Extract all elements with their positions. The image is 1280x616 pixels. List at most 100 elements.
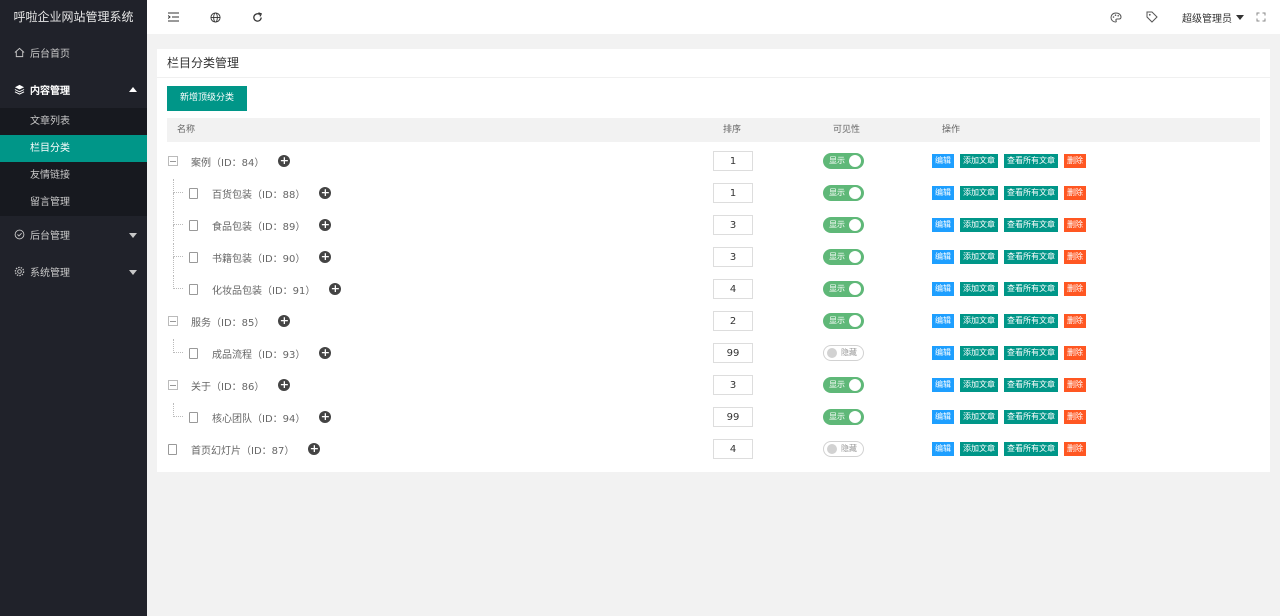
view-all-articles-button[interactable]: 查看所有文章 — [1004, 346, 1058, 360]
add-article-button[interactable]: 添加文章 — [960, 154, 998, 168]
visibility-toggle[interactable]: 隐藏 — [823, 345, 864, 361]
sidebar-item-article-list[interactable]: 文章列表 — [0, 108, 147, 135]
delete-button[interactable]: 删除 — [1064, 186, 1086, 200]
visibility-toggle[interactable]: 隐藏 — [823, 441, 864, 457]
delete-button[interactable]: 删除 — [1064, 346, 1086, 360]
add-article-button[interactable]: 添加文章 — [960, 314, 998, 328]
row-actions: 编辑 添加文章 查看所有文章 删除 — [932, 314, 1092, 328]
edit-button[interactable]: 编辑 — [932, 442, 954, 456]
visibility-toggle[interactable]: 显示 — [823, 153, 864, 169]
sidebar-item-category[interactable]: 栏目分类 — [0, 135, 147, 162]
sort-order-input[interactable] — [713, 375, 753, 395]
view-all-articles-button[interactable]: 查看所有文章 — [1004, 410, 1058, 424]
add-subcategory-icon[interactable]: + — [308, 443, 321, 455]
sidebar-item-messages[interactable]: 留言管理 — [0, 189, 147, 216]
category-name: 食品包装（ID：89） — [212, 221, 306, 233]
visibility-toggle[interactable]: 显示 — [823, 409, 864, 425]
tree-branch-line — [173, 403, 183, 417]
sort-order-input[interactable] — [713, 215, 753, 235]
edit-button[interactable]: 编辑 — [932, 154, 954, 168]
delete-button[interactable]: 删除 — [1064, 442, 1086, 456]
file-icon — [189, 187, 198, 199]
fullscreen-icon[interactable] — [1256, 12, 1266, 22]
edit-button[interactable]: 编辑 — [932, 282, 954, 296]
sort-order-input[interactable] — [713, 343, 753, 363]
view-all-articles-button[interactable]: 查看所有文章 — [1004, 378, 1058, 392]
sort-order-input[interactable] — [713, 279, 753, 299]
add-subcategory-icon[interactable]: + — [329, 283, 342, 295]
sidebar-item-friend-links[interactable]: 友情链接 — [0, 162, 147, 189]
edit-button[interactable]: 编辑 — [932, 186, 954, 200]
shield-icon — [13, 229, 25, 241]
sort-order-input[interactable] — [713, 439, 753, 459]
visibility-toggle[interactable]: 显示 — [823, 185, 864, 201]
add-article-button[interactable]: 添加文章 — [960, 378, 998, 392]
visibility-toggle[interactable]: 显示 — [823, 249, 864, 265]
edit-button[interactable]: 编辑 — [932, 314, 954, 328]
sort-order-input[interactable] — [713, 407, 753, 427]
sidebar-item-home[interactable]: 后台首页 — [0, 34, 147, 70]
column-header-visible: 可见性 — [833, 125, 861, 135]
add-article-button[interactable]: 添加文章 — [960, 410, 998, 424]
tree-branch-line — [173, 225, 174, 241]
delete-button[interactable]: 删除 — [1064, 378, 1086, 392]
view-all-articles-button[interactable]: 查看所有文章 — [1004, 282, 1058, 296]
sidebar-item-system[interactable]: 系统管理 — [0, 253, 147, 290]
add-article-button[interactable]: 添加文章 — [960, 250, 998, 264]
visibility-toggle[interactable]: 显示 — [823, 377, 864, 393]
visibility-toggle[interactable]: 显示 — [823, 313, 864, 329]
add-subcategory-icon[interactable]: + — [278, 379, 291, 391]
add-article-button[interactable]: 添加文章 — [960, 218, 998, 232]
collapse-icon[interactable] — [168, 316, 178, 326]
delete-button[interactable]: 删除 — [1064, 314, 1086, 328]
visibility-toggle[interactable]: 显示 — [823, 217, 864, 233]
view-all-articles-button[interactable]: 查看所有文章 — [1004, 154, 1058, 168]
sort-order-input[interactable] — [713, 151, 753, 171]
palette-icon[interactable] — [1110, 11, 1122, 23]
view-all-articles-button[interactable]: 查看所有文章 — [1004, 442, 1058, 456]
view-all-articles-button[interactable]: 查看所有文章 — [1004, 314, 1058, 328]
add-subcategory-icon[interactable]: + — [278, 155, 291, 167]
user-menu[interactable]: 超级管理员 — [1182, 10, 1232, 25]
add-article-button[interactable]: 添加文章 — [960, 442, 998, 456]
add-subcategory-icon[interactable]: + — [319, 187, 332, 199]
sidebar-item-admin[interactable]: 后台管理 — [0, 216, 147, 253]
collapse-icon[interactable] — [168, 380, 178, 390]
delete-button[interactable]: 删除 — [1064, 410, 1086, 424]
sort-order-input[interactable] — [713, 247, 753, 267]
chevron-down-icon — [129, 232, 137, 238]
add-subcategory-icon[interactable]: + — [319, 411, 332, 423]
edit-button[interactable]: 编辑 — [932, 250, 954, 264]
delete-button[interactable]: 删除 — [1064, 154, 1086, 168]
chevron-down-icon[interactable] — [1236, 14, 1244, 20]
view-all-articles-button[interactable]: 查看所有文章 — [1004, 218, 1058, 232]
collapse-icon[interactable] — [168, 156, 178, 166]
add-subcategory-icon[interactable]: + — [319, 347, 332, 359]
add-article-button[interactable]: 添加文章 — [960, 186, 998, 200]
sort-order-input[interactable] — [713, 311, 753, 331]
tag-icon[interactable] — [1146, 11, 1158, 23]
table-row: 成品流程（ID：93） + 隐藏 编辑添加文章查看所有文章删除 — [157, 337, 1270, 369]
delete-button[interactable]: 删除 — [1064, 250, 1086, 264]
edit-button[interactable]: 编辑 — [932, 346, 954, 360]
refresh-icon[interactable] — [251, 11, 263, 23]
menu-toggle-icon[interactable] — [167, 11, 179, 23]
edit-button[interactable]: 编辑 — [932, 410, 954, 424]
chevron-down-icon — [129, 269, 137, 275]
add-article-button[interactable]: 添加文章 — [960, 282, 998, 296]
edit-button[interactable]: 编辑 — [932, 378, 954, 392]
add-subcategory-icon[interactable]: + — [319, 219, 332, 231]
add-subcategory-icon[interactable]: + — [319, 251, 332, 263]
delete-button[interactable]: 删除 — [1064, 282, 1086, 296]
add-article-button[interactable]: 添加文章 — [960, 346, 998, 360]
delete-button[interactable]: 删除 — [1064, 218, 1086, 232]
add-top-category-button[interactable]: 新增顶级分类 — [167, 86, 247, 111]
view-all-articles-button[interactable]: 查看所有文章 — [1004, 186, 1058, 200]
sidebar-item-content[interactable]: 内容管理 — [0, 70, 147, 108]
edit-button[interactable]: 编辑 — [932, 218, 954, 232]
visibility-toggle[interactable]: 显示 — [823, 281, 864, 297]
view-all-articles-button[interactable]: 查看所有文章 — [1004, 250, 1058, 264]
add-subcategory-icon[interactable]: + — [278, 315, 291, 327]
sort-order-input[interactable] — [713, 183, 753, 203]
globe-icon[interactable] — [209, 11, 221, 23]
